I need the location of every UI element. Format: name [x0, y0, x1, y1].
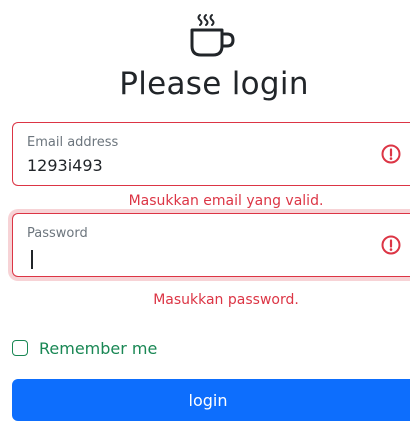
email-value[interactable]: 1293i493: [27, 156, 103, 175]
password-error-message: Masukkan password.: [153, 292, 299, 308]
error-icon: [381, 235, 401, 255]
remember-me-label: Remember me: [39, 338, 158, 358]
email-error-message: Masukkan email yang valid.: [128, 193, 324, 209]
coffee-cup-icon: [190, 14, 235, 57]
email-label: Email address: [27, 135, 119, 150]
password-label: Password: [27, 226, 88, 241]
email-field[interactable]: Email address 1293i493: [12, 122, 410, 186]
error-icon: [381, 144, 401, 164]
password-field[interactable]: Password: [12, 213, 410, 277]
text-cursor: [31, 250, 33, 269]
remember-me[interactable]: Remember me: [12, 337, 157, 359]
page-title: Please login: [119, 66, 309, 102]
remember-me-checkbox[interactable]: [12, 340, 28, 356]
login-button[interactable]: login: [12, 379, 410, 421]
